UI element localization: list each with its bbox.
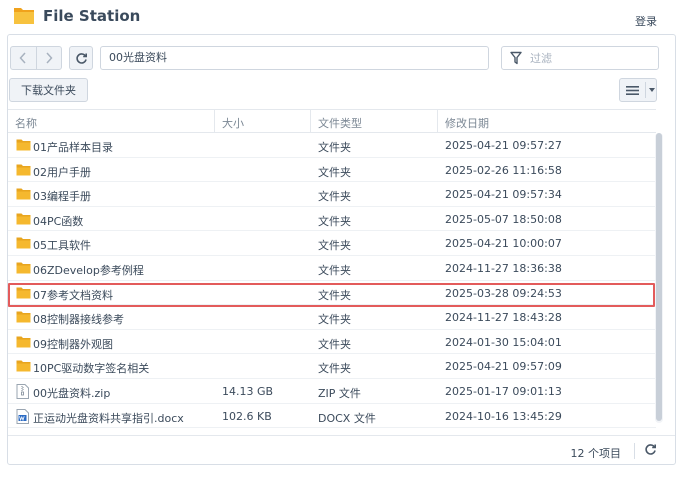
table-row[interactable]: 08控制器接线参考 文件夹 2024-11-27 18:43:28: [8, 305, 656, 330]
file-name[interactable]: 01产品样本目录: [33, 139, 113, 155]
file-name[interactable]: 03编程手册: [33, 188, 91, 204]
file-modified: 2025-04-21 09:57:34: [445, 188, 562, 202]
table-row[interactable]: 10PC驱动数字签名相关 文件夹 2025-04-21 09:57:09: [8, 354, 656, 379]
refresh-icon: [75, 52, 87, 64]
file-name[interactable]: 04PC函数: [33, 213, 83, 229]
table-row[interactable]: 04PC函数 文件夹 2025-05-07 18:50:08: [8, 207, 656, 232]
folder-icon: [16, 286, 31, 302]
file-type: 文件夹: [318, 337, 351, 351]
file-name[interactable]: 00光盘资料.zip: [33, 385, 110, 401]
file-type: 文件夹: [318, 288, 351, 302]
history-nav: [10, 46, 62, 70]
folder-icon: [16, 187, 31, 203]
folder-icon: [16, 138, 31, 154]
login-link[interactable]: 登录: [635, 13, 657, 29]
file-modified: 2024-11-27 18:36:38: [445, 261, 562, 275]
chevron-left-icon: [19, 52, 27, 64]
column-divider[interactable]: [437, 110, 438, 132]
table-row[interactable]: 03编程手册 文件夹 2025-04-21 09:57:34: [8, 182, 656, 207]
folder-app-icon: [14, 8, 34, 24]
file-modified: 2024-10-16 13:45:29: [445, 409, 562, 423]
folder-icon: [16, 163, 31, 179]
file-type: 文件夹: [318, 239, 351, 253]
vertical-scrollbar[interactable]: [655, 133, 663, 423]
item-count: 12 个项目: [570, 447, 622, 460]
table-row[interactable]: 正运动光盘资料共享指引.docx 102.6 KB DOCX 文件 2024-10-1…: [8, 404, 656, 429]
file-modified: 2025-01-17 09:01:13: [445, 384, 562, 398]
status-footer: 12 个项目: [8, 435, 675, 465]
file-name[interactable]: 02用户手册: [33, 164, 91, 180]
file-name[interactable]: 07参考文档资料: [33, 287, 113, 303]
file-modified: 2025-04-21 09:57:27: [445, 139, 562, 152]
refresh-icon[interactable]: [644, 443, 657, 456]
file-type: DOCX 文件: [318, 411, 376, 425]
file-browser-panel: 00光盘资料 下载文件夹 名称 大小 文件类型 修改日期 01产品样本目录文件夹…: [7, 34, 676, 465]
file-type: 文件夹: [318, 362, 351, 376]
chevron-right-icon: [46, 52, 53, 64]
file-modified: 2025-02-26 11:16:58: [445, 163, 562, 177]
refresh-button[interactable]: [69, 46, 93, 70]
word-doc-icon: [16, 408, 29, 427]
download-folder-button[interactable]: 下载文件夹: [9, 78, 88, 102]
file-modified: 2025-04-21 09:57:09: [445, 360, 562, 374]
file-name[interactable]: 06ZDevelop参考例程: [33, 262, 144, 278]
file-name[interactable]: 10PC驱动数字签名相关: [33, 360, 149, 376]
table-body: 01产品样本目录 文件夹 2025-04-21 09:57:27 02用户手册 文件夹 2…: [8, 133, 656, 429]
file-name[interactable]: 正运动光盘资料共享指引.docx: [33, 410, 184, 426]
table-row[interactable]: 05工具软件 文件夹 2025-04-21 10:00:07: [8, 231, 656, 256]
back-button[interactable]: [11, 47, 36, 69]
file-name[interactable]: 05工具软件: [33, 237, 91, 253]
footer-divider: [634, 443, 635, 459]
column-header-type[interactable]: 文件类型: [318, 115, 362, 131]
file-modified: 2025-04-21 10:00:07: [445, 237, 562, 251]
folder-icon: [16, 310, 31, 326]
folder-icon: [16, 261, 31, 277]
folder-icon: [16, 236, 31, 252]
table-row[interactable]: 02用户手册 文件夹 2025-02-26 11:16:58: [8, 158, 656, 183]
view-mode-button[interactable]: [619, 78, 657, 102]
column-divider[interactable]: [214, 110, 215, 132]
file-type: ZIP 文件: [318, 386, 361, 400]
file-type: 文件夹: [318, 165, 351, 179]
file-type: 文件夹: [318, 214, 351, 228]
forward-button[interactable]: [35, 47, 61, 69]
file-type: 文件夹: [318, 141, 351, 154]
file-name[interactable]: 08控制器接线参考: [33, 311, 124, 327]
file-type: 文件夹: [318, 263, 351, 277]
app-title: File Station: [43, 7, 141, 25]
folder-icon: [16, 335, 31, 351]
file-modified: 2024-01-30 15:04:01: [445, 335, 562, 349]
column-header-size[interactable]: 大小: [222, 115, 244, 131]
table-row[interactable]: 09控制器外观图 文件夹 2024-01-30 15:04:01: [8, 330, 656, 355]
filter-icon: [510, 51, 522, 65]
file-modified: 2025-03-28 09:24:53: [445, 286, 562, 300]
filter-field[interactable]: [501, 46, 659, 70]
file-size: 102.6 KB: [222, 409, 272, 423]
table-row[interactable]: 06ZDevelop参考例程 文件夹 2024-11-27 18:36:38: [8, 256, 656, 281]
file-type: 文件夹: [318, 190, 351, 204]
file-size: 14.13 GB: [222, 384, 274, 398]
file-type: 文件夹: [318, 313, 351, 327]
table-header: 名称 大小 文件类型 修改日期: [8, 109, 656, 133]
list-view-icon: [626, 85, 639, 95]
column-header-modified[interactable]: 修改日期: [445, 115, 489, 131]
caret-down-icon[interactable]: [649, 88, 655, 92]
path-field[interactable]: 00光盘资料: [100, 46, 489, 70]
table-row[interactable]: 00光盘资料.zip 14.13 GB ZIP 文件 2025-01-17 09:01…: [8, 379, 656, 404]
file-name[interactable]: 09控制器外观图: [33, 336, 113, 352]
file-modified: 2024-11-27 18:43:28: [445, 311, 562, 325]
column-divider[interactable]: [310, 110, 311, 132]
file-modified: 2025-05-07 18:50:08: [445, 212, 562, 226]
file-table: 名称 大小 文件类型 修改日期 01产品样本目录 文件夹 2025-04-21 09…: [8, 109, 656, 429]
folder-icon: [16, 359, 31, 375]
table-row[interactable]: 07参考文档资料 文件夹 2025-03-28 09:24:53: [8, 281, 656, 306]
view-button-divider: [645, 82, 646, 98]
zip-file-icon: [16, 383, 29, 402]
filter-input[interactable]: [530, 50, 650, 66]
folder-icon: [16, 212, 31, 228]
title-bar: File Station 登录: [0, 0, 678, 34]
column-header-name[interactable]: 名称: [15, 115, 37, 131]
scrollbar-thumb[interactable]: [656, 133, 662, 421]
table-row[interactable]: 01产品样本目录 文件夹 2025-04-21 09:57:27: [8, 133, 656, 158]
